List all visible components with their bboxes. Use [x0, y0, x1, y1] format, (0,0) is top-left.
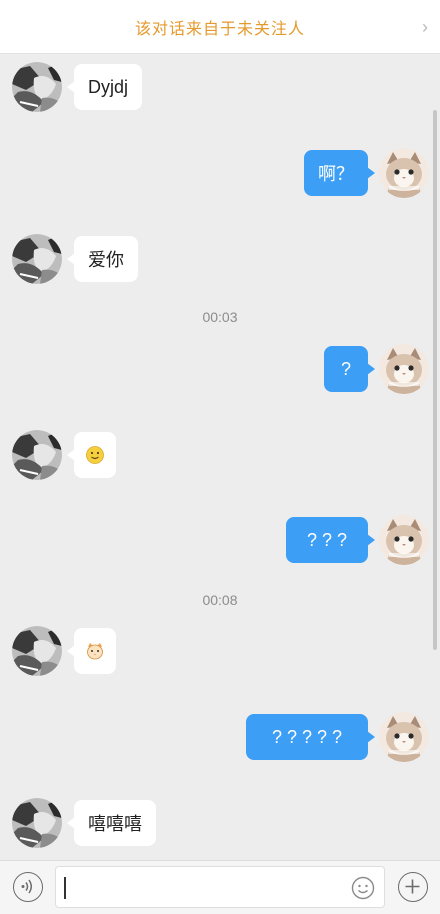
my-avatar[interactable]: [379, 712, 429, 762]
outgoing-message-bubble[interactable]: 啊？: [304, 150, 375, 196]
contact-avatar[interactable]: [12, 234, 62, 284]
scrollbar[interactable]: [433, 110, 437, 650]
outgoing-message-bubble[interactable]: ? ? ?: [286, 517, 375, 563]
unfollowed-notice-banner[interactable]: 该对话来自于未关注人 ›: [0, 0, 440, 54]
message-text: 嘻嘻嘻: [88, 814, 142, 834]
incoming-message-bubble[interactable]: [67, 628, 116, 674]
my-avatar[interactable]: [379, 148, 429, 198]
plus-icon[interactable]: [398, 872, 428, 902]
incoming-message-bubble[interactable]: 嘻嘻嘻: [67, 800, 156, 846]
message-text: 爱你: [88, 250, 124, 270]
contact-avatar[interactable]: [12, 62, 62, 112]
incoming-message-bubble[interactable]: Dyjdj: [66, 64, 143, 110]
timestamp: 00:03: [202, 309, 238, 325]
message-text: Dyjdj: [88, 76, 129, 97]
my-avatar[interactable]: [379, 344, 429, 394]
message-text: 啊？: [318, 164, 354, 184]
message-text: ? ? ? ? ?: [271, 726, 343, 747]
chat-area[interactable]: Dyjdj 啊？ 爱你 00:03 ? ? ? ? 00:08 ? ? ? ? …: [0, 54, 440, 860]
contact-avatar[interactable]: [12, 430, 62, 480]
incoming-message-bubble[interactable]: [67, 432, 116, 478]
input-bar: [0, 860, 440, 914]
contact-avatar[interactable]: [12, 626, 62, 676]
chevron-right-icon: ›: [422, 17, 428, 37]
cat-face-emoji-icon: [86, 642, 104, 660]
emoji-face-icon[interactable]: [351, 876, 375, 900]
message-text: ?: [340, 358, 351, 379]
smile-emoji-icon: [86, 446, 104, 464]
incoming-message-bubble[interactable]: 爱你: [67, 236, 138, 282]
contact-avatar[interactable]: [12, 798, 62, 848]
outgoing-message-bubble[interactable]: ?: [324, 346, 375, 392]
banner-text: 该对话来自于未关注人: [134, 20, 305, 38]
voice-icon[interactable]: [13, 872, 43, 902]
timestamp: 00:08: [202, 592, 238, 608]
message-input[interactable]: [55, 866, 385, 908]
outgoing-message-bubble[interactable]: ? ? ? ? ?: [246, 714, 375, 760]
my-avatar[interactable]: [379, 515, 429, 565]
message-text: ? ? ?: [306, 529, 348, 550]
text-caret: [64, 877, 66, 899]
